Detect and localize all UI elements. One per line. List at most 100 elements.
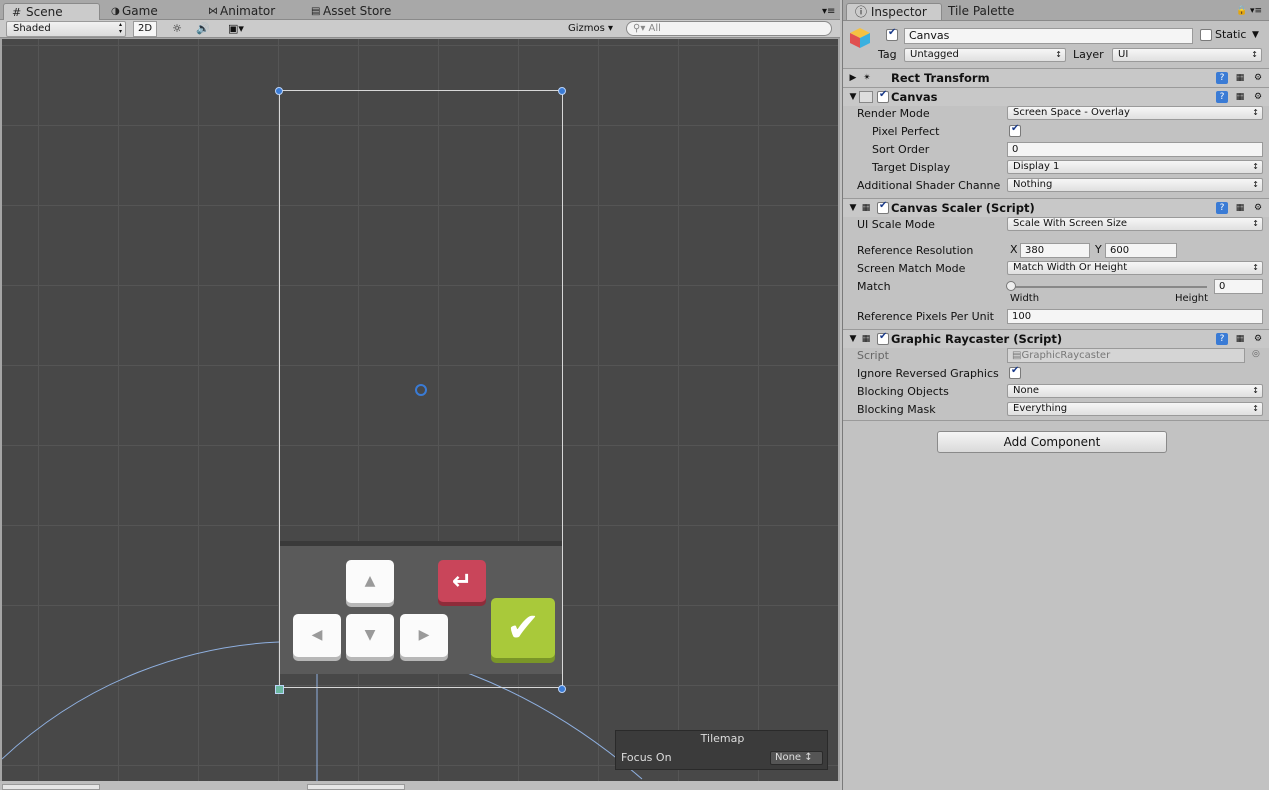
blocking-mask-dropdown[interactable]: Everything (1007, 402, 1263, 416)
scene-viewport[interactable]: ▲ ◀ ▼ ▶ ↵ ✔ Tilemap Focus On None ↕ (2, 39, 838, 781)
gizmos-dropdown[interactable]: Gizmos ▾ (568, 21, 618, 37)
bottom-tab-left[interactable] (2, 784, 100, 790)
bottom-tab-middle[interactable] (307, 784, 405, 790)
canvas-corner-handle-br[interactable] (558, 685, 566, 693)
raycaster-icon: ▦ (861, 334, 871, 344)
shader-channels-dropdown[interactable]: Nothing (1007, 178, 1263, 192)
arrow-down-icon: ▼ (364, 627, 376, 643)
left-arrow-button[interactable]: ◀ (293, 614, 341, 657)
lighting-icon[interactable]: ☼ (166, 21, 188, 37)
canvas-title: Canvas (891, 90, 938, 104)
canvas-scaler-enabled-checkbox[interactable] (877, 200, 889, 214)
tab-asset-store[interactable]: ▤ Asset Store (311, 3, 391, 20)
inspector-menu-icon[interactable]: ▾≡ (1250, 6, 1262, 16)
up-arrow-button[interactable]: ▲ (346, 560, 394, 603)
raycaster-enabled-checkbox[interactable] (877, 331, 889, 345)
layer-dropdown[interactable]: UI (1112, 48, 1262, 62)
foldout-expanded-icon[interactable]: ▼ (847, 202, 859, 214)
match-slider-track[interactable] (1009, 286, 1207, 288)
tag-dropdown[interactable]: Untagged (904, 48, 1066, 62)
animator-icon: ⋈ (208, 6, 218, 17)
help-icon[interactable]: ? (1216, 72, 1228, 84)
foldout-collapsed-icon[interactable]: ▶ (847, 72, 859, 84)
graphic-raycaster-header[interactable]: ▼ ▦ Graphic Raycaster (Script) ? ▦ ⚙ (843, 329, 1269, 348)
2d-toggle-button[interactable]: 2D (133, 21, 157, 37)
gear-icon[interactable]: ⚙ (1252, 91, 1264, 103)
resolution-y-field[interactable]: 600 (1105, 243, 1177, 258)
center-pivot-handle[interactable] (415, 384, 427, 396)
gear-icon[interactable]: ⚙ (1252, 333, 1264, 345)
help-icon[interactable]: ? (1216, 202, 1228, 214)
gear-icon[interactable]: ⚙ (1252, 72, 1264, 84)
active-checkbox[interactable] (886, 27, 898, 41)
preset-icon[interactable]: ▦ (1234, 202, 1246, 214)
game-icon: ◑ (111, 6, 120, 17)
target-display-label: Target Display (872, 161, 951, 174)
bottom-strip (0, 781, 840, 790)
foldout-expanded-icon[interactable]: ▼ (847, 91, 859, 103)
canvas-header[interactable]: ▼ Canvas ? ▦ ⚙ (843, 87, 1269, 106)
gear-icon[interactable]: ⚙ (1252, 202, 1264, 214)
graphic-raycaster-title: Graphic Raycaster (Script) (891, 332, 1063, 346)
target-display-dropdown[interactable]: Display 1 (1007, 160, 1263, 174)
canvas-enabled-checkbox[interactable] (877, 89, 889, 103)
tilemap-overlay-title: Tilemap (700, 732, 745, 745)
blocking-objects-dropdown[interactable]: None (1007, 384, 1263, 398)
static-checkbox[interactable] (1200, 29, 1212, 41)
info-icon: ⓘ (855, 5, 868, 19)
preset-icon[interactable]: ▦ (1234, 333, 1246, 345)
layer-label: Layer (1073, 48, 1104, 61)
tab-inspector[interactable]: ⓘ Inspector (846, 3, 942, 20)
search-icon: ⚲▾ (633, 23, 646, 34)
right-arrow-button[interactable]: ▶ (400, 614, 448, 657)
shading-mode-dropdown[interactable]: Shaded (6, 21, 126, 37)
match-slider-thumb[interactable] (1006, 281, 1016, 291)
screen-match-mode-dropdown[interactable]: Match Width Or Height (1007, 261, 1263, 275)
canvas-scaler-title: Canvas Scaler (Script) (891, 201, 1035, 215)
panel-menu-icon[interactable]: ▾≡ (822, 6, 835, 17)
width-label: Width (1010, 293, 1040, 304)
object-picker-icon[interactable]: ◎ (1252, 349, 1260, 359)
tab-tile-palette[interactable]: Tile Palette (936, 3, 1014, 20)
down-arrow-button[interactable]: ▼ (346, 614, 394, 657)
y-label: Y (1095, 243, 1102, 256)
shader-channels-label: Additional Shader Channe (857, 179, 1001, 192)
tilemap-overlay: Tilemap Focus On None ↕ (615, 730, 828, 770)
resolution-x-field[interactable]: 380 (1020, 243, 1090, 258)
lock-icon[interactable]: 🔒 (1236, 6, 1247, 16)
help-icon[interactable]: ? (1216, 91, 1228, 103)
add-component-button[interactable]: Add Component (937, 431, 1167, 453)
canvas-corner-handle-tl[interactable] (275, 87, 283, 95)
static-dropdown-icon[interactable]: ▼ (1252, 30, 1259, 40)
canvas-pivot-handle[interactable] (275, 685, 284, 694)
tab-game[interactable]: ◑ Game (110, 3, 158, 20)
confirm-button[interactable]: ✔ (491, 598, 555, 658)
sort-order-field[interactable]: 0 (1007, 142, 1263, 157)
object-name-field[interactable]: Canvas (904, 28, 1193, 44)
tab-scene[interactable]: # Scene (3, 3, 100, 20)
match-value-field[interactable]: 0 (1214, 279, 1263, 294)
pixel-perfect-checkbox[interactable] (1009, 123, 1021, 137)
tab-animator[interactable]: ⋈ Animator (208, 3, 275, 20)
preset-icon[interactable]: ▦ (1234, 72, 1246, 84)
render-mode-label: Render Mode (857, 107, 930, 120)
effects-icon[interactable]: ▣▾ (220, 21, 252, 37)
ui-scale-mode-dropdown[interactable]: Scale With Screen Size (1007, 217, 1263, 231)
back-button[interactable]: ↵ (438, 560, 486, 602)
scene-panel: # Scene ◑ Game ⋈ Animator ▤ Asset Store … (0, 0, 840, 790)
tag-label: Tag (878, 48, 897, 61)
ignore-reversed-checkbox[interactable] (1009, 365, 1021, 379)
foldout-expanded-icon[interactable]: ▼ (847, 333, 859, 345)
help-icon[interactable]: ? (1216, 333, 1228, 345)
rect-transform-header[interactable]: ▶ ✴ Rect Transform ? ▦ ⚙ (843, 68, 1269, 87)
ui-scale-mode-label: UI Scale Mode (857, 218, 935, 231)
scene-search-input[interactable]: ⚲▾ All (626, 21, 832, 36)
audio-icon[interactable]: 🔊 (192, 21, 214, 37)
canvas-corner-handle-tr[interactable] (558, 87, 566, 95)
focus-on-dropdown[interactable]: None ↕ (770, 751, 823, 765)
render-mode-dropdown[interactable]: Screen Space - Overlay (1007, 106, 1263, 120)
ppu-field[interactable]: 100 (1007, 309, 1263, 324)
rect-transform-title: Rect Transform (891, 71, 990, 85)
canvas-scaler-header[interactable]: ▼ ▦ Canvas Scaler (Script) ? ▦ ⚙ (843, 198, 1269, 217)
preset-icon[interactable]: ▦ (1234, 91, 1246, 103)
